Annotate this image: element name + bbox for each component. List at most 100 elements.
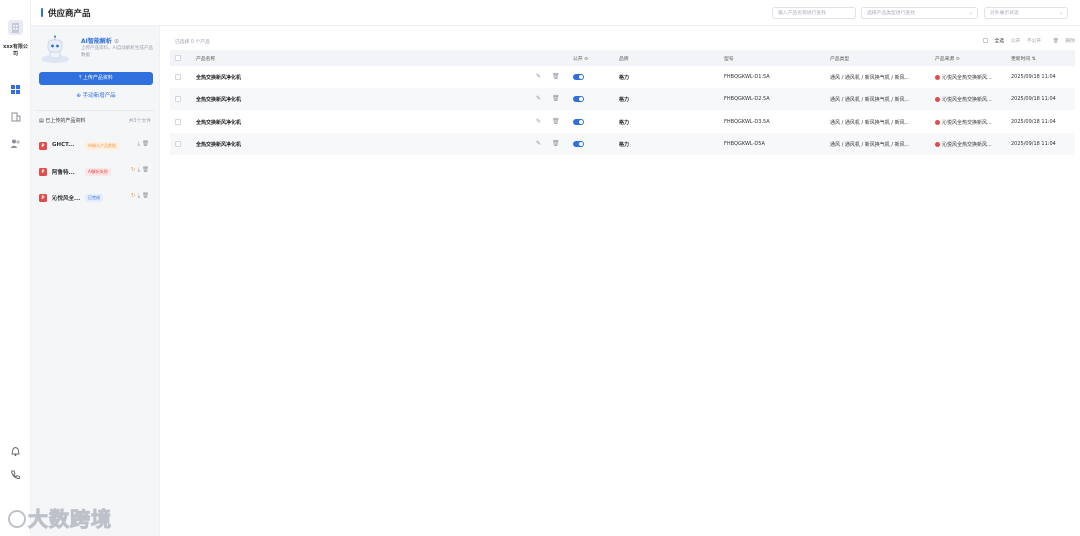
col-updated[interactable]: 更新时间 ⇅ [1011,55,1036,62]
retry-icon[interactable]: ↻ [131,193,138,199]
updated-time: 2025/09/18 11:04 [1011,119,1056,125]
watermark-logo-icon [8,510,26,528]
status-badge: 待确认产品数据 [85,142,119,150]
col-model: 型号 [724,57,734,62]
bulk-delete-button[interactable]: 🗑︎ 删除 [1048,39,1075,44]
info-icon: ⊙ [955,57,960,62]
info-icon: ⊙ [584,57,589,62]
product-name: 全热交换新风净化机 [196,75,242,81]
brand: 格力 [619,142,630,148]
col-brand: 品牌 [619,57,629,62]
uploaded-file-item[interactable]: P 阿鲁特... AI解析失败 ↻⤓🗑︎ [39,166,153,178]
uploaded-files-count: 共3个文件 [128,119,151,124]
product-source[interactable]: 沁悦风全热交换新风... [935,74,1007,81]
product-source[interactable]: 沁悦风全热交换新风... [935,141,1007,148]
visibility-status-select[interactable]: 对外展示状态 ⌄ [984,7,1068,19]
bell-icon[interactable] [10,446,21,457]
ai-parse-card: AI智能解析 ⊙ 上传产品资料，AI自动解析生成产品数据 [37,31,154,67]
public-toggle[interactable] [573,119,584,125]
select-all-checkbox[interactable]: 全选 [978,38,1004,44]
updated-time: 2025/09/18 11:04 [1011,96,1056,102]
product-search-input[interactable]: 输入产品名称进行查找 [772,7,856,19]
product-name: 全热交换新风净化机 [196,97,242,103]
public-toggle[interactable] [573,96,584,102]
product-source[interactable]: 沁悦风全热交换新风... [935,119,1007,126]
users-icon[interactable] [10,138,21,149]
upload-panel: AI智能解析 ⊙ 上传产品资料，AI自动解析生成产品数据 ⤒ 上传产品资料 ⊕ … [31,26,160,536]
table-row[interactable]: 全热交换新风净化机 ✎ 🗑︎ 格力 FHBQGKWL-D3.5A 通风 / 通风… [170,111,1075,133]
file-name: 阿鲁特... [52,170,75,176]
updated-time: 2025/09/18 11:04 [1011,141,1056,147]
chevron-down-icon: ⌄ [968,10,973,16]
status-badge: AI解析失败 [85,168,111,176]
edit-icon[interactable]: ✎ [536,73,541,80]
pdf-source-icon [935,75,940,80]
office-icon[interactable] [10,111,21,122]
page-title: 供应商产品 [48,9,91,19]
row-checkbox[interactable] [175,119,181,125]
status-badge: 已完成 [85,194,103,202]
header-checkbox[interactable] [175,55,181,61]
col-type: 产品类型 [830,57,850,62]
public-toggle[interactable] [573,74,584,80]
pdf-source-icon [935,120,940,125]
grid-icon[interactable] [10,84,21,95]
pdf-file-icon: P [39,142,47,150]
row-checkbox[interactable] [175,141,181,147]
product-source[interactable]: 沁悦风全热交换新风... [935,96,1007,103]
upload-product-file-button[interactable]: ⤒ 上传产品资料 [39,72,153,85]
model: FHBQGKWL-D3.5A [724,119,770,125]
make-private-button[interactable]: 不公开 [1027,39,1041,44]
phone-icon[interactable] [10,469,21,480]
public-toggle[interactable] [573,141,584,147]
col-public: 公开 ⊙ [573,57,589,62]
edit-icon[interactable]: ✎ [536,140,541,147]
table-row[interactable]: 全热交换新风净化机 ✎ 🗑︎ 格力 FHBQGKWL-D1.5A 通风 / 通风… [170,66,1075,88]
sort-icon: ⇅ [1031,57,1036,62]
product-name: 全热交换新风净化机 [196,120,242,126]
uploaded-files-header: ▤ 已上传的产品资料 [39,118,86,124]
ai-parse-description: 上传产品资料，AI自动解析生成产品数据 [81,46,153,58]
file-icon: ▤ [39,118,44,124]
retry-icon[interactable]: ↻ [131,167,138,173]
uploaded-file-item[interactable]: P GHCT... 待确认产品数据 ⤓🗑︎ [39,140,153,152]
edit-icon[interactable]: ✎ [536,118,541,125]
product-type: 通风 / 通风机 / 新风换气机 / 新风... [830,120,910,126]
ai-parse-title: AI智能解析 ⊙ [81,38,120,45]
chevron-down-icon: ⌄ [1058,10,1063,16]
upload-icon: ⤒ [79,75,82,81]
product-type-select[interactable]: 选择产品类型进行查找 ⌄ [861,7,978,19]
panel-divider [37,110,154,111]
table-row[interactable]: 全热交换新风净化机 ✎ 🗑︎ 格力 FHBQGKWL-D2.5A 通风 / 通风… [170,88,1075,110]
building-icon [8,20,23,35]
uploaded-file-item[interactable]: P 沁悦风全... 已完成 ↻⤓🗑︎ [39,192,153,204]
trash-icon: 🗑︎ [1052,39,1059,44]
make-public-button[interactable]: 公开 [1011,39,1021,44]
robot-illustration-icon [39,34,71,64]
brand: 格力 [619,97,630,103]
trash-icon[interactable]: 🗑︎ [552,73,560,80]
trash-icon[interactable]: 🗑︎ [552,118,560,125]
pdf-file-icon: P [39,168,47,176]
row-checkbox[interactable] [175,74,181,80]
model: FHBQGKWL-D1.5A [724,74,770,80]
table-row[interactable]: 全热交换新风净化机 ✎ 🗑︎ 格力 FHBQGKWL-D5A 通风 / 通风机 … [170,133,1075,155]
edit-icon[interactable]: ✎ [536,95,541,102]
row-checkbox[interactable] [175,96,181,102]
file-name: GHCT... [52,142,75,148]
trash-icon[interactable]: 🗑︎ [142,141,151,147]
trash-icon[interactable]: 🗑︎ [142,193,151,199]
trash-icon[interactable]: 🗑︎ [552,140,560,147]
product-type: 通风 / 通风机 / 新风换气机 / 新风... [830,142,910,148]
company-name: xxx有限公司 [3,44,28,57]
product-type: 通风 / 通风机 / 新风换气机 / 新风... [830,75,910,81]
product-list-main: 已选择 0 个产品 全选 公开 不公开 🗑︎ 删除 产品名称 公开 ⊙ 品牌 型… [165,26,1075,536]
pdf-file-icon: P [39,194,47,202]
plus-circle-icon: ⊕ [76,93,81,99]
manual-add-product-button[interactable]: ⊕ 手动新增产品 [39,90,153,102]
col-name: 产品名称 [196,57,216,62]
selected-count: 已选择 0 个产品 [175,40,210,45]
trash-icon[interactable]: 🗑︎ [552,95,560,102]
model: FHBQGKWL-D5A [724,141,765,147]
trash-icon[interactable]: 🗑︎ [142,167,151,173]
